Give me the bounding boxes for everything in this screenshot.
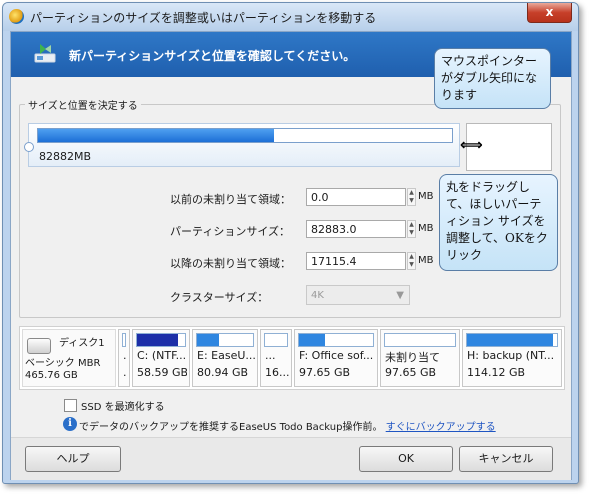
title-bar: パーティションのサイズを調整或いはパーティションを移動する x <box>3 3 578 31</box>
partition-name: F: Office sof... <box>299 349 374 362</box>
after-unallocated-stepper[interactable]: ▲ ▼ <box>407 252 416 270</box>
disk-info[interactable]: ディスク1 ベーシック MBR 465.76 GB <box>22 329 116 387</box>
partition-name: 未割り当て <box>385 351 440 364</box>
partition-tile[interactable]: H: backup (NT... 114.12 GB <box>462 329 562 387</box>
size-unit: MB <box>418 223 434 234</box>
disk-map: ディスク1 ベーシック MBR 465.76 GB ......C: (NTF.… <box>19 326 565 390</box>
dialog-window: パーティションのサイズを調整或いはパーティションを移動する x 新パーティション… <box>2 2 579 484</box>
after-unallocated-input[interactable]: 17115.4 <box>306 252 406 270</box>
partition-size-input[interactable]: 82883.0 <box>306 220 406 238</box>
cancel-button[interactable]: キャンセル <box>459 446 553 472</box>
before-unallocated-stepper[interactable]: ▲ ▼ <box>407 188 416 206</box>
partition-usage-fill <box>299 334 325 346</box>
partition-size: 80.94 GB <box>197 366 249 379</box>
group-legend: サイズと位置を決定する <box>25 97 141 112</box>
partition-size: 16... <box>265 366 289 379</box>
partition-size-stepper[interactable]: ▲ ▼ <box>407 220 416 238</box>
partition-tile[interactable]: F: Office sof... 97.65 GB <box>294 329 378 387</box>
slider-fill <box>38 129 274 142</box>
pointer-callout: マウスポインターがダブル矢印になります <box>434 48 551 109</box>
partition-usage-bar <box>466 333 558 347</box>
help-button[interactable]: ヘルプ <box>25 446 121 472</box>
partition-usage-fill <box>467 334 553 346</box>
partition-size: 114.12 GB <box>467 366 526 379</box>
partition-size: ... <box>123 366 127 379</box>
partition-tile[interactable]: E: EaseU... 80.94 GB <box>192 329 258 387</box>
ssd-optimize-checkbox[interactable] <box>64 399 77 412</box>
button-bar: ヘルプ OK キャンセル <box>11 437 571 480</box>
partition-name: E: EaseU... <box>197 349 255 362</box>
partition-usage-fill <box>137 334 178 346</box>
partition-resize-icon <box>34 44 56 63</box>
disk-type: ベーシック MBR <box>25 358 101 369</box>
info-icon: i <box>63 417 77 431</box>
partition-name: C: (NTF... <box>137 349 187 362</box>
partition-slider[interactable]: 82882MB <box>24 123 460 167</box>
partition-usage-bar <box>196 333 254 347</box>
partition-usage-bar <box>264 333 288 347</box>
partition-tile[interactable]: C: (NTF... 58.59 GB <box>132 329 190 387</box>
backup-info: でデータのバックアップを推奨するEaseUS Todo Backup操作前。 す… <box>79 418 496 433</box>
cluster-size-value: 4K <box>311 290 324 301</box>
partition-size: 97.65 GB <box>299 366 351 379</box>
disk-name: ディスク1 <box>59 338 105 349</box>
partition-name: ... <box>265 349 276 362</box>
cluster-size-label: クラスターサイズ： <box>170 291 269 304</box>
after-unallocated-label: 以降の未割り当て領域： <box>170 257 291 270</box>
backup-now-link[interactable]: すぐにバックアップする <box>386 422 496 433</box>
partition-usage-bar <box>122 333 126 347</box>
window-title: パーティションのサイズを調整或いはパーティションを移動する <box>30 11 377 25</box>
backup-info-text: でデータのバックアップを推奨するEaseUS Todo Backup操作前。 <box>79 422 383 433</box>
partition-name: ... <box>123 349 127 362</box>
app-icon <box>9 9 24 24</box>
partition-usage-bar <box>384 333 456 347</box>
partition-usage-bar <box>136 333 186 347</box>
after-unit: MB <box>418 255 434 266</box>
partition-tile[interactable]: 未割り当て 97.65 GB <box>380 329 460 387</box>
ok-button[interactable]: OK <box>359 446 453 472</box>
ssd-optimize-label: SSD を最適化する <box>81 402 165 413</box>
partition-usage-bar <box>298 333 374 347</box>
partition-name: H: backup (NT... <box>467 349 555 362</box>
drag-callout: 丸をドラッグして、ほしいパーティション サイズを調整して、OKをクリック <box>439 174 558 271</box>
disk-size: 465.76 GB <box>25 370 78 381</box>
dialog-body: 新パーティションサイズと位置を確認してください。 サイズと位置を決定する 828… <box>10 31 572 480</box>
header-text: 新パーティションサイズと位置を確認してください。 <box>69 49 356 63</box>
before-unallocated-label: 以前の未割り当て領域： <box>170 193 291 206</box>
partition-tile[interactable]: ... 16... <box>260 329 292 387</box>
hard-disk-icon <box>27 338 51 354</box>
close-button[interactable]: x <box>527 3 572 23</box>
cluster-size-select[interactable]: 4K ▼ <box>306 285 410 305</box>
double-arrow-cursor-icon: ⟺ <box>460 135 483 154</box>
before-unallocated-input[interactable]: 0.0 <box>306 188 406 206</box>
partition-size: 97.65 GB <box>385 366 437 379</box>
before-unit: MB <box>418 191 434 202</box>
partition-size-label: パーティションサイズ： <box>170 225 291 238</box>
partition-size: 58.59 GB <box>137 366 187 379</box>
partition-tile[interactable]: ...... <box>118 329 130 387</box>
slider-left-handle[interactable] <box>24 142 34 152</box>
partition-usage-fill <box>197 334 220 346</box>
chevron-down-icon: ▼ <box>396 290 404 301</box>
slider-size-label: 82882MB <box>39 150 92 163</box>
slider-track <box>37 128 453 143</box>
